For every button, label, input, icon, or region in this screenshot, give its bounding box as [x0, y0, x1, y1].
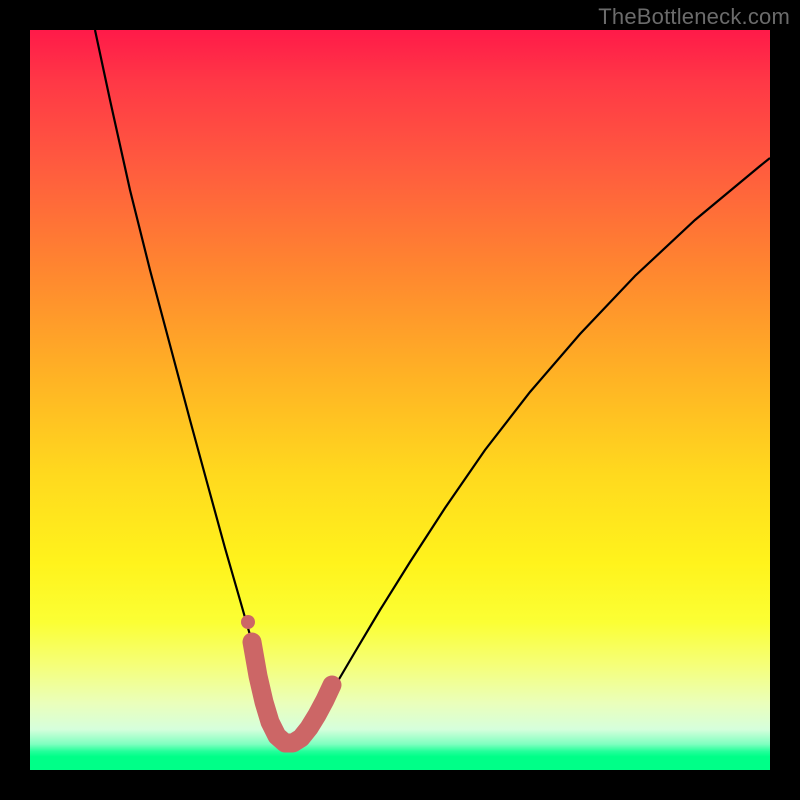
highlight-band — [241, 615, 332, 743]
chart-frame: TheBottleneck.com — [0, 0, 800, 800]
highlight-stroke — [252, 642, 332, 743]
watermark-text: TheBottleneck.com — [598, 4, 790, 30]
curve-layer — [30, 30, 770, 770]
highlight-dot — [241, 615, 255, 629]
bottleneck-curve — [95, 30, 770, 743]
plot-area — [30, 30, 770, 770]
